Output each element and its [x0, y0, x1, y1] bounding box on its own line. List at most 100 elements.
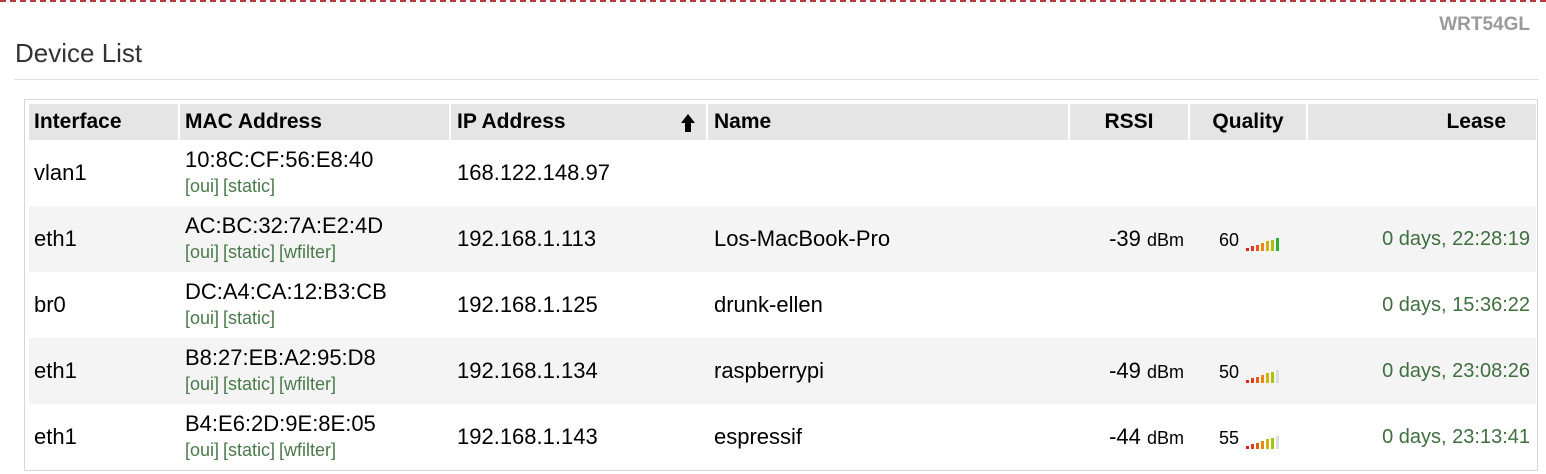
cell-rssi: -44 dBm	[1070, 404, 1190, 470]
mac-address-text: B4:E6:2D:9E:8E:05	[185, 411, 376, 436]
cell-lease: 0 days, 23:13:41	[1308, 404, 1536, 470]
mac-address-text: B8:27:EB:A2:95:D8	[185, 345, 376, 370]
top-dashed-border	[0, 0, 1546, 2]
link-static[interactable]: [static]	[223, 308, 275, 328]
cell-ip-address: 192.168.1.134	[451, 338, 708, 404]
cell-lease: 0 days, 15:36:22	[1308, 272, 1536, 338]
cell-ip-address: 192.168.1.113	[451, 206, 708, 272]
signal-bar	[1276, 237, 1280, 251]
header-mac-address[interactable]: MAC Address	[180, 104, 451, 140]
cell-quality: 50	[1190, 338, 1308, 404]
header-ip-address[interactable]: IP Address	[451, 104, 708, 140]
cell-quality: 60	[1190, 206, 1308, 272]
cell-mac-address: AC:BC:32:7A:E2:4D [oui] [static] [wfilter]	[180, 206, 451, 272]
cell-interface: vlan1	[29, 140, 180, 206]
link-oui[interactable]: [oui]	[185, 176, 219, 196]
mac-address-text: 10:8C:CF:56:E8:40	[185, 147, 374, 172]
cell-name: Los-MacBook-Pro	[708, 206, 1070, 272]
link-oui[interactable]: [oui]	[185, 242, 219, 262]
cell-interface: eth1	[29, 338, 180, 404]
mac-address-text: AC:BC:32:7A:E2:4D	[185, 213, 384, 238]
table-row: br0 DC:A4:CA:12:B3:CB [oui] [static] 192.168…	[29, 272, 1536, 338]
cell-name: espressif	[708, 404, 1070, 470]
cell-rssi: -49 dBm	[1070, 338, 1190, 404]
link-static[interactable]: [static]	[223, 440, 275, 460]
header-name[interactable]: Name	[708, 104, 1070, 140]
cell-lease: 0 days, 23:08:26	[1308, 338, 1536, 404]
mac-action-links: [oui] [static] [wfilter]	[185, 372, 451, 396]
link-static[interactable]: [static]	[223, 176, 275, 196]
cell-quality	[1190, 272, 1308, 338]
signal-bar	[1276, 435, 1280, 449]
cell-rssi	[1070, 140, 1190, 206]
signal-bars-icon	[1246, 237, 1280, 251]
cell-mac-address: 10:8C:CF:56:E8:40 [oui] [static]	[180, 140, 451, 206]
device-table: Interface MAC Address IP Address Name RS…	[29, 104, 1536, 470]
signal-bar	[1271, 371, 1275, 383]
link-oui[interactable]: [oui]	[185, 440, 219, 460]
table-header-row: Interface MAC Address IP Address Name RS…	[29, 104, 1536, 140]
cell-ip-address: 192.168.1.125	[451, 272, 708, 338]
quality-value: 55	[1218, 428, 1240, 448]
signal-bar	[1256, 442, 1260, 449]
header-interface[interactable]: Interface	[29, 104, 180, 140]
signal-bar	[1256, 376, 1260, 383]
rssi-value: -49	[1109, 358, 1141, 383]
signal-bar	[1276, 369, 1280, 383]
cell-name	[708, 140, 1070, 206]
rssi-value: -39	[1109, 226, 1141, 251]
cell-mac-address: B8:27:EB:A2:95:D8 [oui] [static] [wfilter]	[180, 338, 451, 404]
cell-mac-address: B4:E6:2D:9E:8E:05 [oui] [static] [wfilter]	[180, 404, 451, 470]
cell-lease: 0 days, 22:28:19	[1308, 206, 1536, 272]
signal-bar	[1271, 239, 1275, 251]
cell-lease	[1308, 140, 1536, 206]
header-lease[interactable]: Lease	[1308, 104, 1536, 140]
mac-action-links: [oui] [static]	[185, 174, 451, 198]
cell-ip-address: 192.168.1.143	[451, 404, 708, 470]
arrow-up-icon[interactable]	[680, 113, 696, 133]
quality-indicator: 50	[1219, 362, 1280, 383]
link-static[interactable]: [static]	[223, 374, 275, 394]
cell-name: drunk-ellen	[708, 272, 1070, 338]
quality-value: 60	[1218, 230, 1240, 250]
rssi-value: -44	[1109, 424, 1141, 449]
link-oui[interactable]: [oui]	[185, 374, 219, 394]
table-row: eth1 B8:27:EB:A2:95:D8 [oui] [static] [wfilt…	[29, 338, 1536, 404]
page-title: Device List	[15, 38, 143, 68]
signal-bar	[1251, 444, 1255, 449]
signal-bar	[1246, 248, 1250, 251]
cell-rssi	[1070, 272, 1190, 338]
title-divider	[14, 79, 1539, 80]
cell-ip-address: 168.122.148.97	[451, 140, 708, 206]
link-static[interactable]: [static]	[223, 242, 275, 262]
router-name: WRT54GL	[1439, 14, 1530, 35]
link-oui[interactable]: [oui]	[185, 308, 219, 328]
signal-bar	[1251, 246, 1255, 251]
link-wfilter[interactable]: [wfilter]	[279, 440, 336, 460]
link-wfilter[interactable]: [wfilter]	[279, 374, 336, 394]
cell-quality	[1190, 140, 1308, 206]
quality-indicator: 55	[1218, 428, 1280, 449]
signal-bar	[1261, 440, 1265, 449]
header-quality[interactable]: Quality	[1190, 104, 1308, 140]
header-rssi[interactable]: RSSI	[1070, 104, 1190, 140]
link-wfilter[interactable]: [wfilter]	[279, 242, 336, 262]
cell-name: raspberrypi	[708, 338, 1070, 404]
signal-bar	[1266, 241, 1270, 251]
rssi-unit: dBm	[1146, 428, 1184, 448]
mac-action-links: [oui] [static] [wfilter]	[185, 240, 451, 264]
table-row: eth1 AC:BC:32:7A:E2:4D [oui] [static] [wfilt…	[29, 206, 1536, 272]
cell-rssi: -39 dBm	[1070, 206, 1190, 272]
device-table-container: Interface MAC Address IP Address Name RS…	[24, 99, 1538, 471]
signal-bar	[1266, 439, 1270, 449]
signal-bar	[1246, 446, 1250, 449]
mac-address-text: DC:A4:CA:12:B3:CB	[185, 279, 387, 304]
signal-bar	[1261, 374, 1265, 383]
rssi-unit: dBm	[1146, 362, 1184, 382]
cell-mac-address: DC:A4:CA:12:B3:CB [oui] [static]	[180, 272, 451, 338]
mac-action-links: [oui] [static]	[185, 306, 451, 330]
signal-bar	[1246, 380, 1250, 383]
cell-interface: br0	[29, 272, 180, 338]
cell-interface: eth1	[29, 404, 180, 470]
table-row: eth1 B4:E6:2D:9E:8E:05 [oui] [static] [wfilt…	[29, 404, 1536, 470]
